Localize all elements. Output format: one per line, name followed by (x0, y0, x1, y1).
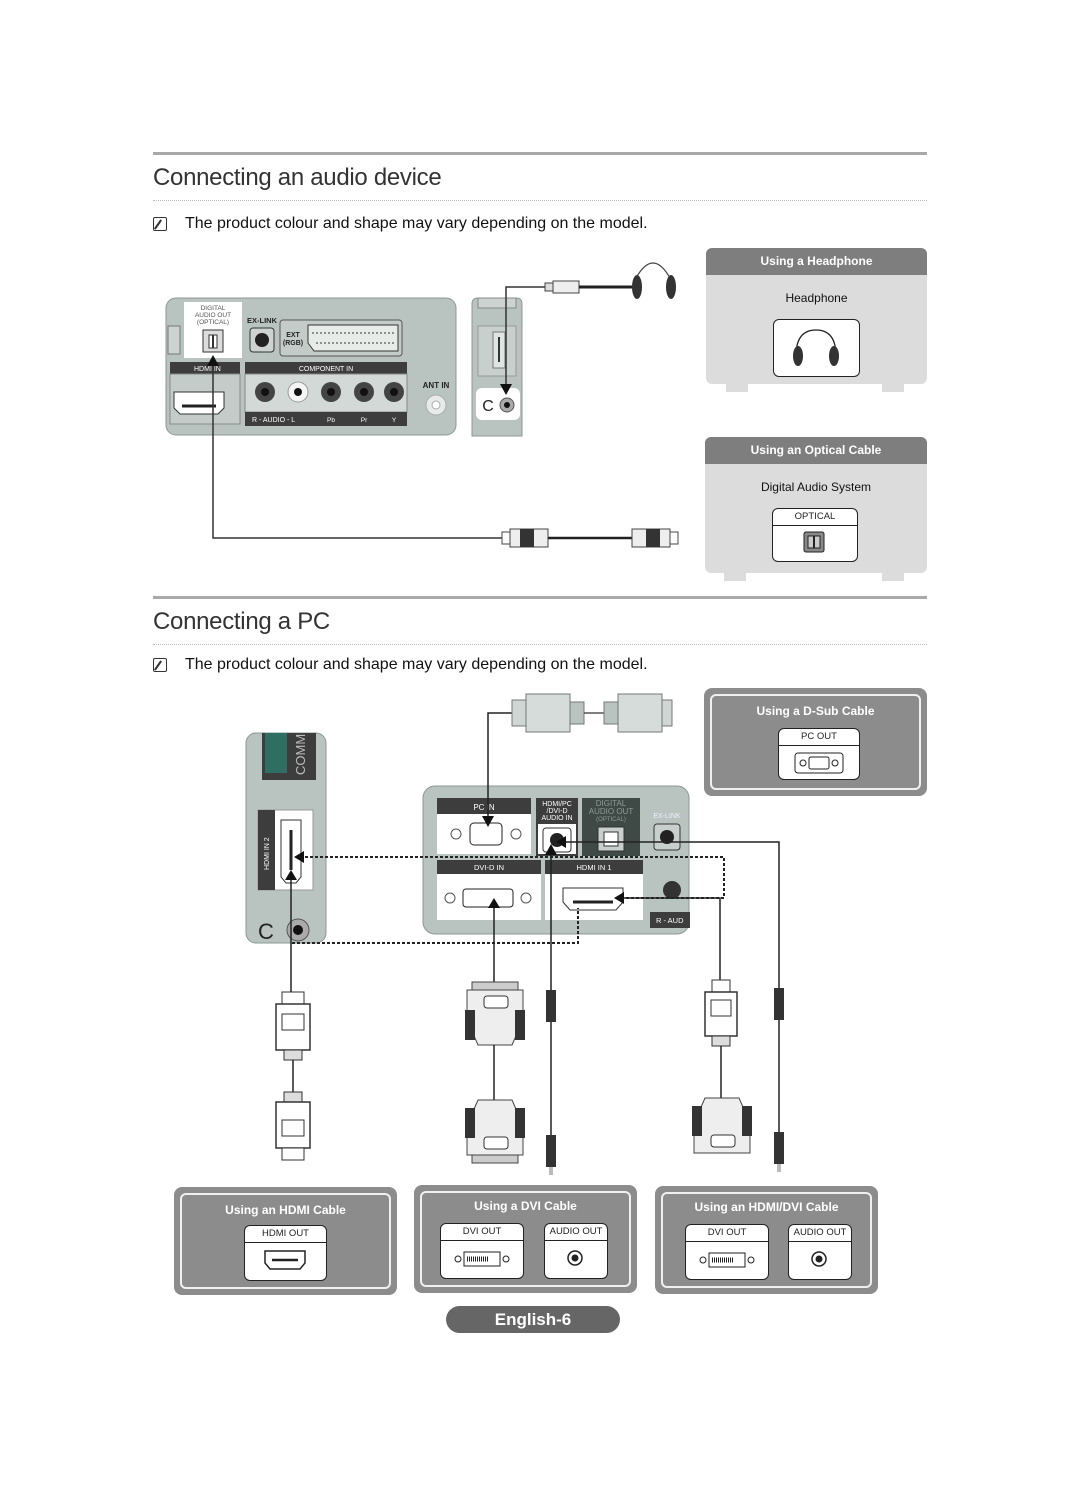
tv-side-panel: COMM HDMI IN 2 C (245, 732, 327, 944)
audio-out-box: AUDIO OUT (544, 1223, 608, 1279)
comm-label: COMM (293, 734, 308, 775)
headphone-jack-symbol: C (482, 398, 494, 415)
headphone-device-box (773, 319, 860, 377)
note-icon (153, 658, 167, 672)
audio-connection-diagram: DIGITAL AUDIO OUT (OPTICAL) EX-LINK EXT … (165, 262, 679, 548)
digital-label-2: AUDIO OUT (589, 807, 634, 816)
section-title-pc: Connecting a PC (153, 608, 330, 635)
panel-using-optical-cable: Using an Optical Cable Digital Audio Sys… (705, 437, 927, 573)
digital-label-3: (OPTICAL) (596, 817, 626, 823)
scart-port (307, 324, 399, 352)
title-underline (153, 200, 927, 201)
panel-using-hdmi-dvi-cable: Using an HDMI/DVI Cable DVI OUT AUDIO OU… (655, 1186, 878, 1294)
optical-device-box: OPTICAL (772, 508, 858, 562)
rgb-label: (RGB) (283, 340, 303, 347)
port-label: OPTICAL (773, 509, 857, 526)
ex-link-label: EX-LINK (247, 316, 278, 325)
note-audio: The product colour and shape may vary de… (153, 215, 648, 233)
panel-foot (724, 573, 746, 581)
title-underline (153, 644, 927, 645)
hdmi-port-icon (264, 1250, 306, 1270)
port-label: HDMI OUT (245, 1226, 326, 1243)
hdmi-port (173, 391, 225, 415)
component-in-label: COMPONENT IN (299, 366, 353, 373)
vga-port (469, 822, 503, 846)
panel-using-headphone: Using a Headphone Headphone (706, 248, 927, 384)
panel-foot (882, 573, 904, 581)
y-label: Y (392, 417, 397, 424)
headphone-ear-left (632, 275, 642, 299)
note-text: The product colour and shape may vary de… (185, 215, 648, 232)
headphone-jack-symbol: C (258, 919, 274, 944)
hdmi-in-1-label: HDMI IN 1 (576, 863, 611, 872)
panel-title: Using a Headphone (706, 248, 927, 275)
dvi-port-icon (699, 1252, 755, 1268)
dvi-out-box: DVI OUT (440, 1223, 524, 1279)
audio-out-box: AUDIO OUT (788, 1224, 852, 1280)
digital-label-3: (OPTICAL) (197, 319, 229, 326)
hdmi-out-box: HDMI OUT (244, 1225, 327, 1281)
panel-foot (726, 384, 748, 392)
ant-in-label: ANT IN (423, 381, 450, 390)
dvi-d-in-label: DVI-D IN (474, 863, 504, 872)
audio-r-label: R - AUD (656, 916, 684, 925)
dvi-out-box: DVI OUT (685, 1224, 769, 1280)
digital-label-1: DIGITAL (201, 305, 226, 312)
dvi-cable (465, 898, 525, 1164)
headphone-ear-right (666, 275, 676, 299)
port-label: AUDIO OUT (789, 1225, 851, 1242)
section-rule (153, 596, 927, 599)
panel-foot (882, 384, 904, 392)
panel-title: Using an HDMI Cable (225, 1203, 346, 1217)
device-label: Digital Audio System (760, 480, 872, 494)
tv-rear-panel: PC IN HDMI/PC /DVI-D AUDIO IN DIGITAL AU… (422, 785, 690, 935)
section-rule (153, 152, 927, 155)
audio-row-label: R - AUDIO - L (252, 417, 295, 424)
optical-port-icon (803, 531, 825, 553)
port-label: DVI OUT (686, 1225, 768, 1242)
hdmi-pc-label-1: HDMI/PC (542, 801, 572, 808)
dvi-port-icon (454, 1251, 510, 1267)
audio-jack-icon (567, 1250, 583, 1266)
headphone-cable (500, 262, 676, 395)
panel-using-dsub-cable: Using a D-Sub Cable PC OUT (704, 688, 927, 796)
pc-connection-diagram: COMM HDMI IN 2 C PC IN HDMI/PC /DVI-D AU… (245, 693, 784, 1175)
page-number-label: English-6 (446, 1306, 620, 1333)
tv-rear-panel: DIGITAL AUDIO OUT (OPTICAL) EX-LINK EXT … (165, 297, 457, 436)
panel-title: Using a D-Sub Cable (756, 704, 875, 718)
ex-link-label: EX-LINK (653, 813, 681, 820)
hdmi-pc-label-3: AUDIO IN (541, 815, 572, 822)
hdmi-in-1-port (562, 887, 624, 911)
pr-label: Pr (361, 417, 368, 424)
hdmi-in-label: HDMI IN (194, 366, 221, 373)
dvi-d-port (462, 888, 514, 908)
hdmi-in-2-label: HDMI IN 2 (264, 837, 271, 870)
panel-title: Using an Optical Cable (705, 437, 927, 464)
pc-in-label: PC IN (473, 803, 495, 812)
note-pc: The product colour and shape may vary de… (153, 656, 648, 674)
note-text: The product colour and shape may vary de… (185, 656, 648, 673)
port-label: AUDIO OUT (545, 1224, 607, 1241)
section-title-audio: Connecting an audio device (153, 164, 442, 191)
panel-using-hdmi-cable: Using an HDMI Cable HDMI OUT (174, 1187, 397, 1295)
audio-jack-icon (811, 1251, 827, 1267)
pb-label: Pb (327, 417, 335, 424)
hdmi-pc-label-2: /DVI-D (547, 808, 568, 815)
note-icon (153, 217, 167, 231)
panel-title: Using a DVI Cable (474, 1199, 577, 1213)
ext-label: EXT (286, 332, 300, 339)
panel-title: Using an HDMI/DVI Cable (694, 1200, 839, 1214)
port-label: PC OUT (779, 729, 859, 746)
dsub-port-icon (794, 752, 844, 774)
device-label: Headphone (785, 291, 848, 305)
port-label: DVI OUT (441, 1224, 523, 1241)
digital-label-2: AUDIO OUT (195, 312, 231, 319)
pc-out-box: PC OUT (778, 728, 860, 780)
headphone-icon (793, 329, 839, 366)
panel-using-dvi-cable: Using a DVI Cable DVI OUT AUDIO OUT (414, 1185, 637, 1293)
tv-side-panel: C (471, 297, 523, 437)
